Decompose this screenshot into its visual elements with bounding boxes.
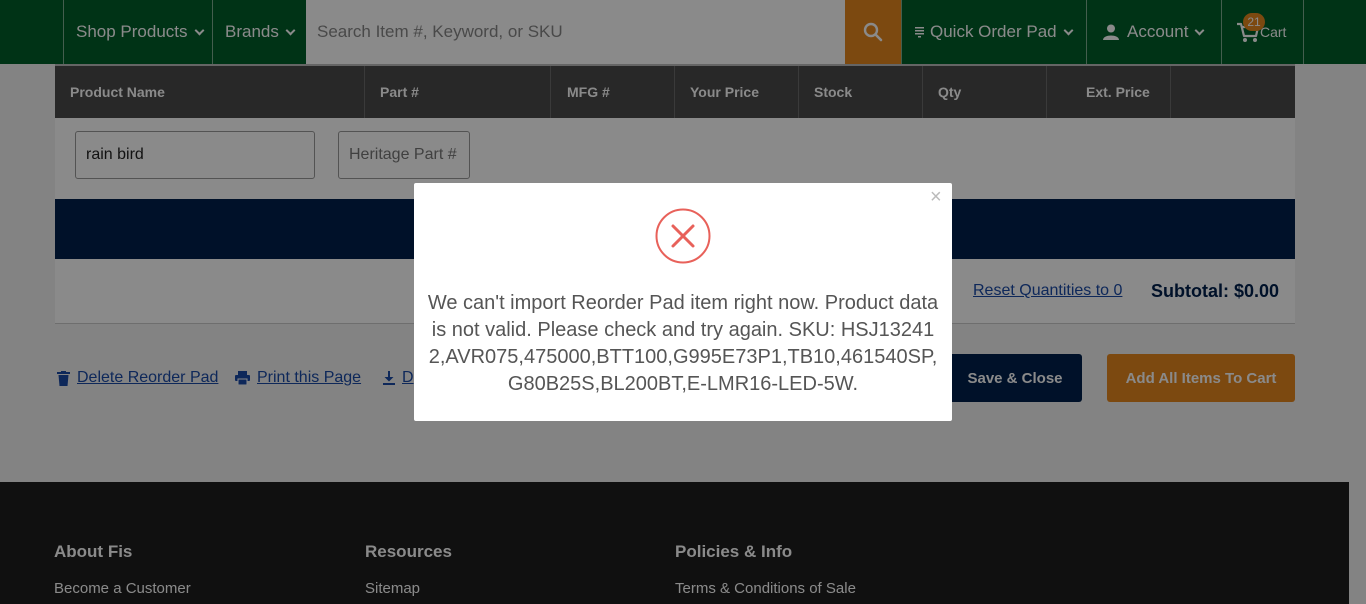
error-modal: × We can't import Reorder Pad item right… [414, 183, 952, 421]
error-x-icon [655, 208, 711, 264]
error-message: We can't import Reorder Pad item right n… [427, 292, 939, 395]
close-icon[interactable]: × [930, 187, 942, 207]
